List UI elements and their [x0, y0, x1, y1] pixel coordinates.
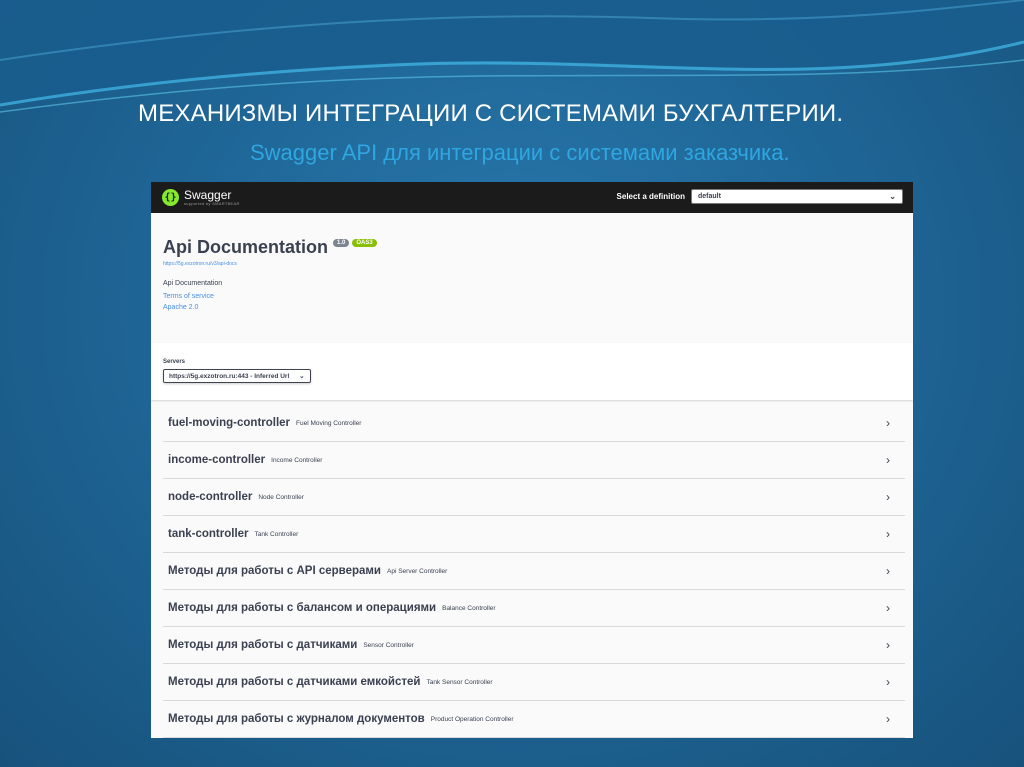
tag-row[interactable]: tank-controller Tank Controller ›: [163, 516, 905, 553]
operations-tags: fuel-moving-controller Fuel Moving Contro…: [151, 400, 913, 738]
slide-subtitle: Swagger API для интеграции с системами з…: [250, 140, 790, 165]
tag-name: Методы для работы с журналом документов: [168, 713, 425, 725]
tag-row[interactable]: node-controller Node Controller ›: [163, 479, 905, 516]
chevron-down-icon: ⌄: [889, 192, 896, 201]
tag-name: Методы для работы с API серверами: [168, 565, 381, 577]
tag-row[interactable]: fuel-moving-controller Fuel Moving Contro…: [163, 405, 905, 442]
swagger-logo-icon: {}: [162, 189, 179, 206]
tag-description: Income Controller: [271, 456, 323, 464]
oas-badge: OAS3: [352, 239, 377, 247]
tag-row[interactable]: Методы для работы с балансом и операциям…: [163, 590, 905, 627]
tag-name: income-controller: [168, 454, 266, 466]
servers-select[interactable]: https://5g.exzotron.ru:443 - Inferred Ur…: [163, 369, 311, 383]
tag-description: Node Controller: [258, 493, 304, 501]
version-badge: 1.0: [333, 239, 350, 247]
chevron-right-icon[interactable]: ›: [886, 675, 890, 689]
servers-section: Servers https://5g.exzotron.ru:443 - Inf…: [151, 343, 913, 400]
tag-row[interactable]: Методы для работы с API серверами Api Ser…: [163, 553, 905, 590]
chevron-right-icon[interactable]: ›: [886, 638, 890, 652]
chevron-right-icon[interactable]: ›: [886, 712, 890, 726]
tag-name: tank-controller: [168, 528, 249, 540]
definition-select[interactable]: default ⌄: [691, 189, 903, 204]
swagger-topbar: {} Swagger supported by SMARTBEAR Select…: [151, 182, 913, 213]
swagger-logo-sub: supported by SMARTBEAR: [184, 201, 240, 206]
tag-row[interactable]: Методы для работы с датчиками Sensor Cont…: [163, 627, 905, 664]
tag-row[interactable]: Методы для работы с датчиками емкойстей T…: [163, 664, 905, 701]
swagger-logo-name: Swagger: [184, 188, 232, 202]
tag-name: Методы для работы с датчиками: [168, 639, 358, 651]
chevron-right-icon[interactable]: ›: [886, 601, 890, 615]
tag-description: Product Operation Controller: [430, 715, 514, 723]
tag-name: Методы для работы с датчиками емкойстей: [168, 676, 421, 688]
tag-name: node-controller: [168, 491, 253, 503]
swagger-screenshot: {} Swagger supported by SMARTBEAR Select…: [151, 182, 913, 738]
chevron-right-icon[interactable]: ›: [886, 527, 890, 541]
tag-description: Sensor Controller: [363, 641, 414, 649]
slide-title: МЕХАНИЗМЫ ИНТЕГРАЦИИ С СИСТЕМАМИ БУХГАЛТ…: [138, 100, 844, 127]
tag-description: Tank Controller: [254, 530, 299, 538]
tag-name: fuel-moving-controller: [168, 417, 291, 429]
api-description: Api Documentation: [163, 280, 223, 287]
api-docs-link[interactable]: https://5g.exzotron.ru/v3/api-docs: [163, 261, 901, 267]
swagger-logo[interactable]: {} Swagger supported by SMARTBEAR: [162, 189, 240, 206]
tag-description: Api Server Controller: [387, 567, 448, 575]
tag-description: Fuel Moving Controller: [296, 419, 362, 427]
tag-description: Tank Sensor Controller: [426, 678, 493, 686]
servers-label: Servers: [163, 359, 186, 365]
chevron-down-icon: ⌄: [299, 373, 305, 380]
chevron-right-icon[interactable]: ›: [886, 453, 890, 467]
tag-name: Методы для работы с балансом и операциям…: [168, 602, 437, 614]
chevron-right-icon[interactable]: ›: [886, 490, 890, 504]
tag-row[interactable]: Методы для работы с журналом документов P…: [163, 701, 905, 738]
chevron-right-icon[interactable]: ›: [886, 564, 890, 578]
api-info: Api Documentation 1.0 OAS3 https://5g.ex…: [151, 213, 913, 343]
api-title: Api Documentation: [163, 237, 328, 257]
select-definition-label: Select a definition: [616, 192, 685, 201]
license-link[interactable]: Apache 2.0: [163, 304, 901, 311]
definition-value: default: [698, 193, 721, 200]
tag-row[interactable]: income-controller Income Controller ›: [163, 442, 905, 479]
tag-description: Balance Controller: [442, 604, 496, 612]
chevron-right-icon[interactable]: ›: [886, 416, 890, 430]
servers-value: https://5g.exzotron.ru:443 - Inferred Ur…: [169, 373, 290, 380]
terms-of-service-link[interactable]: Terms of service: [163, 293, 901, 300]
